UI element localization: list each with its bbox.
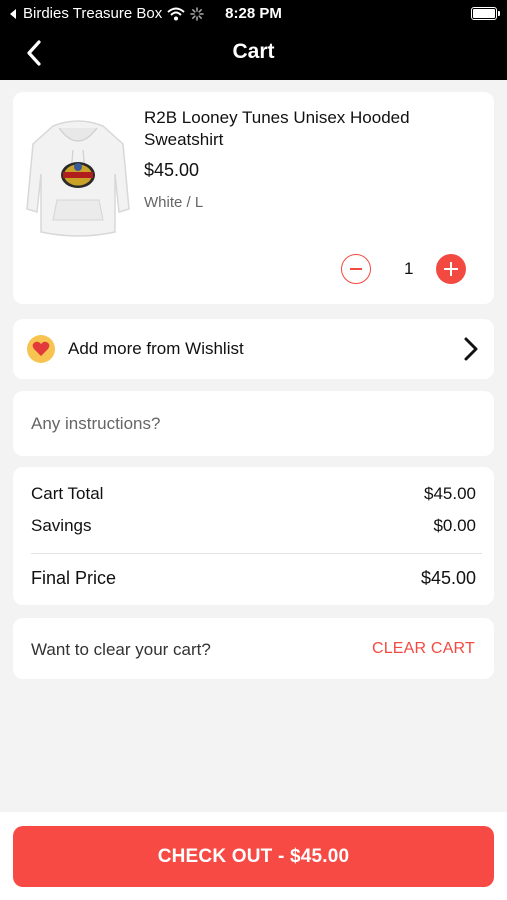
totals-divider xyxy=(31,553,482,554)
quantity-stepper: 1 xyxy=(341,254,471,284)
quantity-value: 1 xyxy=(404,259,414,278)
final-price-label: Final Price xyxy=(31,568,117,588)
clear-cart-card: Want to clear your cart? CLEAR CART xyxy=(13,618,494,679)
wishlist-row[interactable]: Add more from Wishlist xyxy=(13,319,494,379)
status-bar: Birdies Treasure Box 8:28 PM xyxy=(0,0,507,28)
status-time: 8:28 PM xyxy=(225,5,282,22)
chevron-right-icon xyxy=(464,337,478,361)
product-price: $45.00 xyxy=(144,160,200,180)
final-price-row: Final Price $45.00 xyxy=(31,568,476,589)
totals-card: Cart Total $45.00 Savings $0.00 Final Pr… xyxy=(13,467,494,605)
instructions-card xyxy=(13,391,494,456)
cart-total-label: Cart Total xyxy=(31,484,104,503)
clear-cart-prompt: Want to clear your cart? xyxy=(31,640,211,659)
page-title: Cart xyxy=(232,40,275,63)
savings-label: Savings xyxy=(31,516,92,535)
heart-icon xyxy=(27,335,55,363)
decrease-quantity-button[interactable] xyxy=(341,254,371,284)
checkout-button[interactable]: CHECK OUT - $45.00 xyxy=(13,826,494,887)
wishlist-label: Add more from Wishlist xyxy=(68,339,244,358)
savings-value: $0.00 xyxy=(433,516,476,535)
cart-item-card: R2B Looney Tunes Unisex Hooded Sweatshir… xyxy=(13,92,494,304)
product-variant: White / L xyxy=(144,194,204,211)
minus-icon xyxy=(350,268,362,270)
savings-row: Savings $0.00 xyxy=(31,516,476,536)
instructions-input[interactable] xyxy=(31,409,471,439)
checkout-bar: CHECK OUT - $45.00 xyxy=(0,812,507,900)
increase-quantity-button[interactable] xyxy=(436,254,466,284)
cart-total-row: Cart Total $45.00 xyxy=(31,484,476,504)
product-image[interactable] xyxy=(23,114,133,244)
final-price-value: $45.00 xyxy=(420,568,476,588)
product-name[interactable]: R2B Looney Tunes Unisex Hooded Sweatshir… xyxy=(144,107,474,151)
cart-total-value: $45.00 xyxy=(424,484,476,503)
battery-icon xyxy=(471,7,500,20)
nav-bar: Cart xyxy=(0,28,507,80)
clear-cart-button[interactable]: CLEAR CART xyxy=(372,640,475,658)
